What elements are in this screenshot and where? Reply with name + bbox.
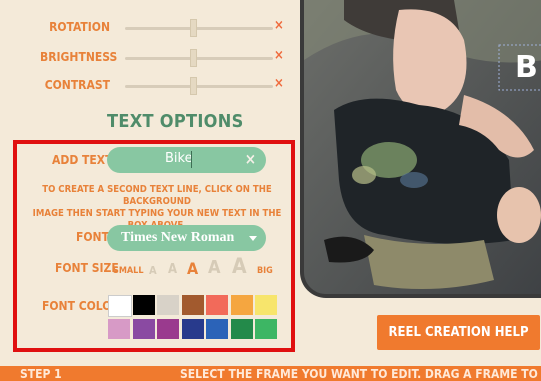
- text-cursor: [191, 151, 192, 168]
- font-select[interactable]: Times New Roman: [107, 225, 266, 251]
- font-size-option-1[interactable]: A: [149, 264, 157, 277]
- add-text-value: Bike: [165, 151, 193, 166]
- color-swatch-12[interactable]: [206, 319, 228, 339]
- step-instruction: SELECT THE FRAME YOU WANT TO EDIT. DRAG …: [180, 367, 541, 381]
- color-swatch-6[interactable]: [230, 295, 253, 315]
- step-label: STEP 1: [20, 367, 62, 381]
- brightness-reset-icon[interactable]: ×: [274, 48, 284, 63]
- chevron-down-icon: [249, 236, 257, 241]
- editor-panel: ROTATION × BRIGHTNESS × CONTRAST × TEXT …: [0, 0, 300, 366]
- color-swatch-13[interactable]: [230, 319, 253, 339]
- brightness-slider[interactable]: [125, 57, 273, 60]
- color-swatch-2[interactable]: [132, 295, 155, 315]
- rotation-slider[interactable]: [125, 27, 273, 30]
- add-text-input[interactable]: Bike ×: [107, 147, 266, 173]
- preview-photo: [304, 0, 541, 294]
- color-swatch-11[interactable]: [181, 319, 204, 339]
- rotation-slider-thumb[interactable]: [190, 19, 197, 37]
- preview-overlay-text[interactable]: B: [515, 50, 538, 85]
- color-swatch-9[interactable]: [132, 319, 155, 339]
- contrast-label: CONTRAST: [44, 78, 110, 92]
- font-size-option-4[interactable]: A: [208, 257, 221, 278]
- color-swatch-8[interactable]: [108, 319, 130, 339]
- color-swatch-14[interactable]: [255, 319, 277, 339]
- color-swatch-1[interactable]: [108, 295, 132, 317]
- font-size-small-label: SMALL: [113, 266, 144, 276]
- font-select-value: Times New Roman: [121, 230, 235, 245]
- font-size-big-label: BIG: [257, 266, 273, 276]
- font-size-label: FONT SIZE: [55, 261, 119, 275]
- font-label: FONT: [76, 230, 109, 244]
- clear-text-icon[interactable]: ×: [245, 150, 256, 168]
- reel-creation-help-button[interactable]: REEL CREATION HELP: [377, 315, 540, 350]
- color-swatch-4[interactable]: [181, 295, 204, 315]
- text-hint-line-1: TO CREATE A SECOND TEXT LINE, CLICK ON T…: [42, 184, 272, 207]
- rotation-reset-icon[interactable]: ×: [274, 18, 284, 33]
- rotation-label: ROTATION: [49, 20, 110, 34]
- font-size-option-5[interactable]: A: [232, 254, 247, 278]
- add-text-label: ADD TEXT: [52, 153, 113, 167]
- color-swatch-10[interactable]: [157, 319, 179, 339]
- brightness-label: BRIGHTNESS: [40, 50, 118, 64]
- color-swatch-7[interactable]: [255, 295, 277, 315]
- step-bar: STEP 1 SELECT THE FRAME YOU WANT TO EDIT…: [0, 366, 541, 381]
- color-swatch-5[interactable]: [206, 295, 228, 315]
- color-swatch-3[interactable]: [157, 295, 179, 315]
- brightness-slider-thumb[interactable]: [190, 49, 197, 67]
- font-size-option-2[interactable]: A: [168, 262, 177, 277]
- contrast-reset-icon[interactable]: ×: [274, 76, 284, 91]
- text-options-heading: TEXT OPTIONS: [107, 111, 244, 132]
- contrast-slider[interactable]: [125, 85, 273, 88]
- contrast-slider-thumb[interactable]: [190, 77, 197, 95]
- photo-preview[interactable]: B: [300, 0, 541, 298]
- font-size-option-3-selected[interactable]: A: [187, 259, 198, 278]
